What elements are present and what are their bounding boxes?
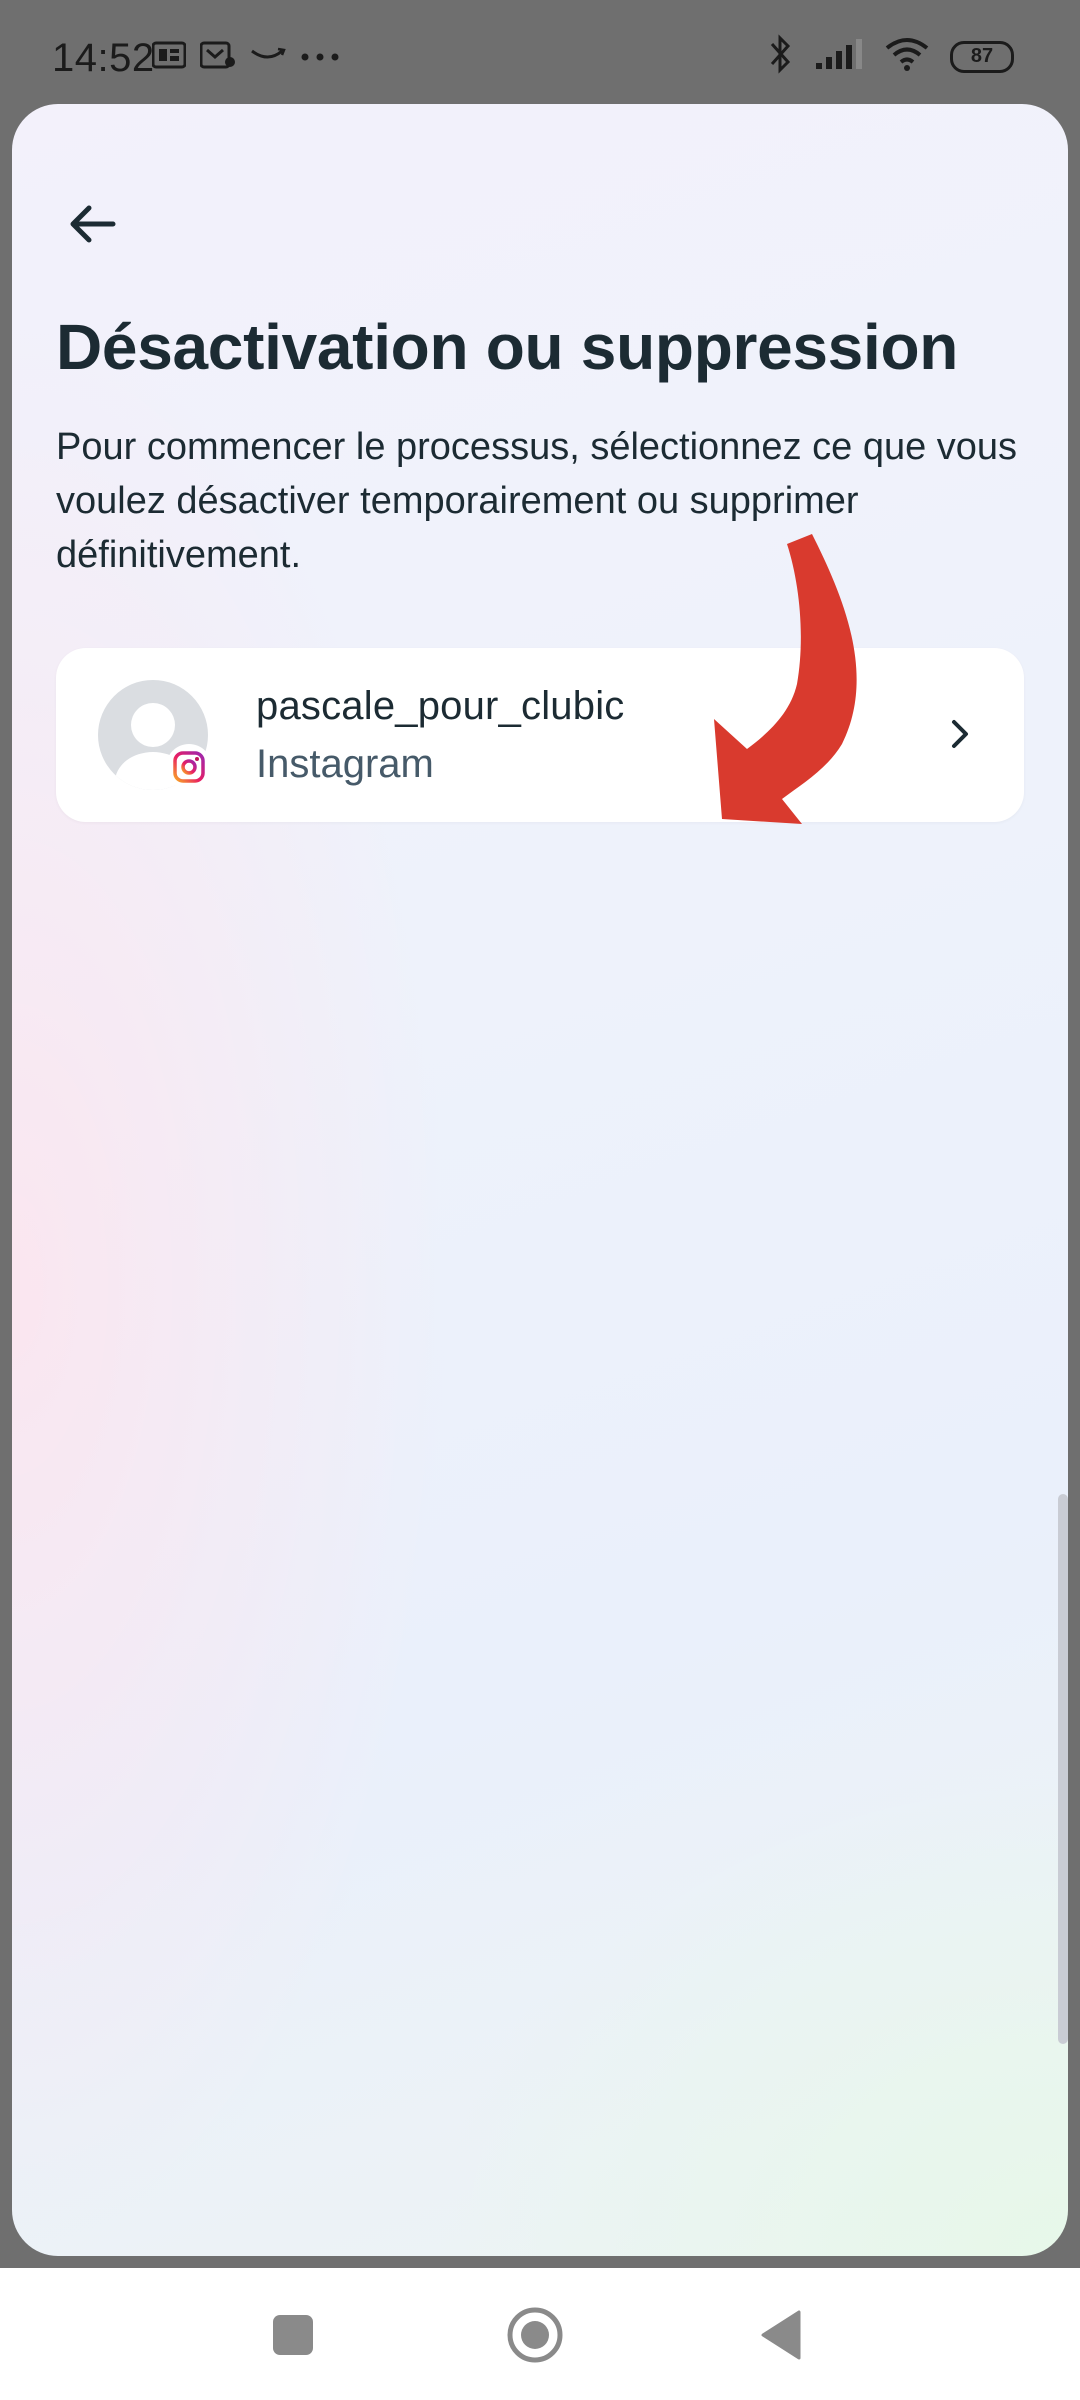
page-title: Désactivation ou suppression bbox=[56, 311, 959, 383]
back-button[interactable] bbox=[52, 186, 132, 266]
notification-icon bbox=[199, 40, 236, 75]
navigation-bar bbox=[0, 2268, 1080, 2400]
signal-icon bbox=[814, 37, 864, 76]
amazon-icon bbox=[250, 45, 286, 70]
home-button[interactable] bbox=[500, 2302, 570, 2372]
page-description: Pour commencer le processus, sélectionne… bbox=[56, 426, 1018, 576]
wifi-icon bbox=[884, 36, 930, 77]
account-platform: Instagram bbox=[256, 742, 434, 786]
account-card[interactable]: pascale_pour_clubic Instagram bbox=[56, 648, 1024, 822]
status-icons-left bbox=[151, 40, 340, 75]
chevron-right-icon bbox=[940, 714, 980, 754]
more-dots-icon bbox=[300, 49, 340, 67]
recent-apps-icon bbox=[272, 2314, 314, 2361]
recent-apps-button[interactable] bbox=[258, 2302, 328, 2372]
status-time: 14:52 bbox=[52, 36, 155, 80]
back-icon bbox=[759, 2310, 803, 2365]
nav-back-button[interactable] bbox=[746, 2302, 816, 2372]
sim-card-icon bbox=[151, 40, 187, 75]
back-arrow-icon bbox=[67, 204, 117, 249]
instagram-icon bbox=[166, 744, 212, 790]
status-bar: 14:52 87 bbox=[0, 0, 1080, 110]
battery-icon: 87 bbox=[950, 40, 1014, 73]
account-username: pascale_pour_clubic bbox=[256, 684, 625, 728]
scrollbar[interactable] bbox=[1058, 1494, 1068, 2044]
main-sheet: Désactivation ou suppression Pour commen… bbox=[12, 104, 1068, 2256]
home-icon bbox=[506, 2306, 564, 2369]
status-icons-right: 87 bbox=[768, 34, 1014, 79]
bluetooth-icon bbox=[768, 34, 794, 79]
